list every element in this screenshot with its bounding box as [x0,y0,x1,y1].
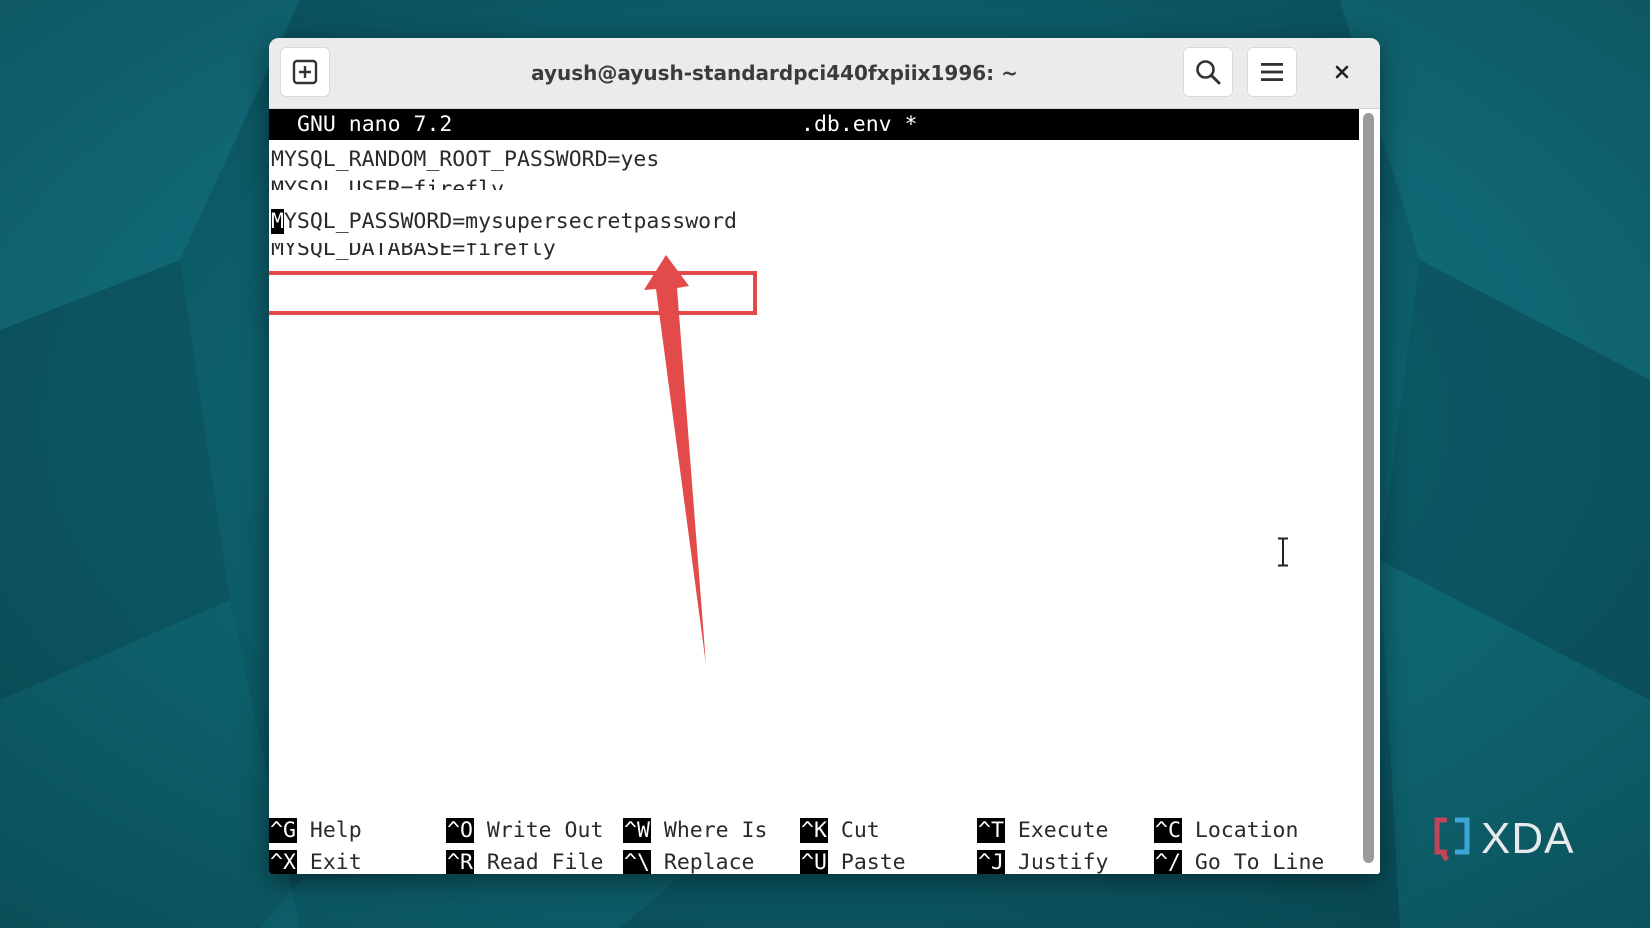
xda-bracket-logo-icon [1434,817,1470,862]
shortcut-where-is[interactable]: ^W Where Is [623,817,767,847]
new-tab-plus-icon [292,59,318,85]
text-ibeam-cursor-icon [1278,537,1288,567]
editor-line-4-text: MYSQL_DATABASE=firefly [271,243,556,261]
editor-line-2[interactable]: MYSQL_USER=firefly [271,176,504,190]
highlight-box [269,271,757,315]
new-tab-button[interactable] [280,47,330,97]
shortcut-label: Location [1194,818,1299,843]
shortcut-label: Read File [486,850,604,874]
shortcut-label: Replace [663,850,755,874]
shortcut-read-file[interactable]: ^R Read File [446,849,603,874]
xda-watermark: XDA [1433,815,1593,863]
shortcut-key: ^C [1154,818,1182,843]
shortcut-go-to-line[interactable]: ^/ Go To Line [1154,849,1324,874]
shortcut-write-out[interactable]: ^O Write Out [446,817,603,847]
search-button[interactable] [1183,47,1233,97]
shortcut-label: Paste [840,850,906,874]
window-title: ayush@ayush-standardpci440fxpiix1996: ~ [531,61,1018,85]
nano-version: GNU nano 7.2 [297,112,453,137]
shortcut-cut[interactable]: ^K Cut [800,817,880,847]
shortcut-key: ^/ [1154,850,1182,874]
shortcut-key: ^O [446,818,474,843]
editor-line-4[interactable]: MYSQL_DATABASE=firefly [271,243,556,263]
shortcut-key: ^\ [623,850,651,874]
shortcut-key: ^J [977,850,1005,874]
terminal-area[interactable]: GNU nano 7.2 .db.env * MYSQL_RANDOM_ROOT… [269,109,1359,874]
editor-line-1[interactable]: MYSQL_RANDOM_ROOT_PASSWORD=yes [271,146,659,174]
shortcut-label: Go To Line [1194,850,1325,874]
scrollbar-thumb[interactable] [1363,113,1374,863]
shortcut-key: ^U [800,850,828,874]
shortcut-key: ^W [623,818,651,843]
shortcut-label: Write Out [486,818,604,843]
terminal-window: ayush@ayush-standardpci440fxpiix1996: ~ … [269,38,1380,874]
shortcut-label: Exit [309,850,362,874]
text-cursor: M [271,209,284,234]
shortcut-key: ^R [446,850,474,874]
shortcut-replace[interactable]: ^\ Replace [623,849,755,874]
title-bar: ayush@ayush-standardpci440fxpiix1996: ~ [269,38,1380,109]
shortcut-key: ^K [800,818,828,843]
nano-header-bar: GNU nano 7.2 .db.env * [269,109,1359,140]
nano-filename: .db.env * [801,112,918,137]
close-button[interactable] [1317,47,1367,97]
shortcut-exit[interactable]: ^X Exit [269,849,362,874]
menu-button[interactable] [1247,47,1297,97]
search-icon [1196,60,1221,85]
shortcut-execute[interactable]: ^T Execute [977,817,1109,847]
shortcut-help[interactable]: ^G Help [269,817,362,847]
shortcut-key: ^T [977,818,1005,843]
editor-line-3-text: YSQL_PASSWORD=mysupersecretpassword [283,209,737,234]
shortcut-key: ^X [269,850,297,874]
editor-line-3[interactable]: MYSQL_PASSWORD=mysupersecretpassword [271,208,737,236]
shortcut-label: Help [309,818,362,843]
xda-watermark-text: XDA [1481,814,1575,863]
shortcut-label: Cut [840,818,880,843]
hamburger-menu-icon [1261,63,1283,81]
shortcut-label: Execute [1017,818,1109,843]
shortcut-location[interactable]: ^C Location [1154,817,1298,847]
shortcut-label: Justify [1017,850,1109,874]
nano-shortcut-bar: ^G Help ^O Write Out ^W Where Is ^K Cut ^T Ex… [269,817,1359,874]
shortcut-paste[interactable]: ^U Paste [800,849,906,874]
shortcut-justify[interactable]: ^J Justify [977,849,1109,874]
close-icon [1335,65,1349,79]
shortcut-key: ^G [269,818,297,843]
shortcut-label: Where Is [663,818,768,843]
